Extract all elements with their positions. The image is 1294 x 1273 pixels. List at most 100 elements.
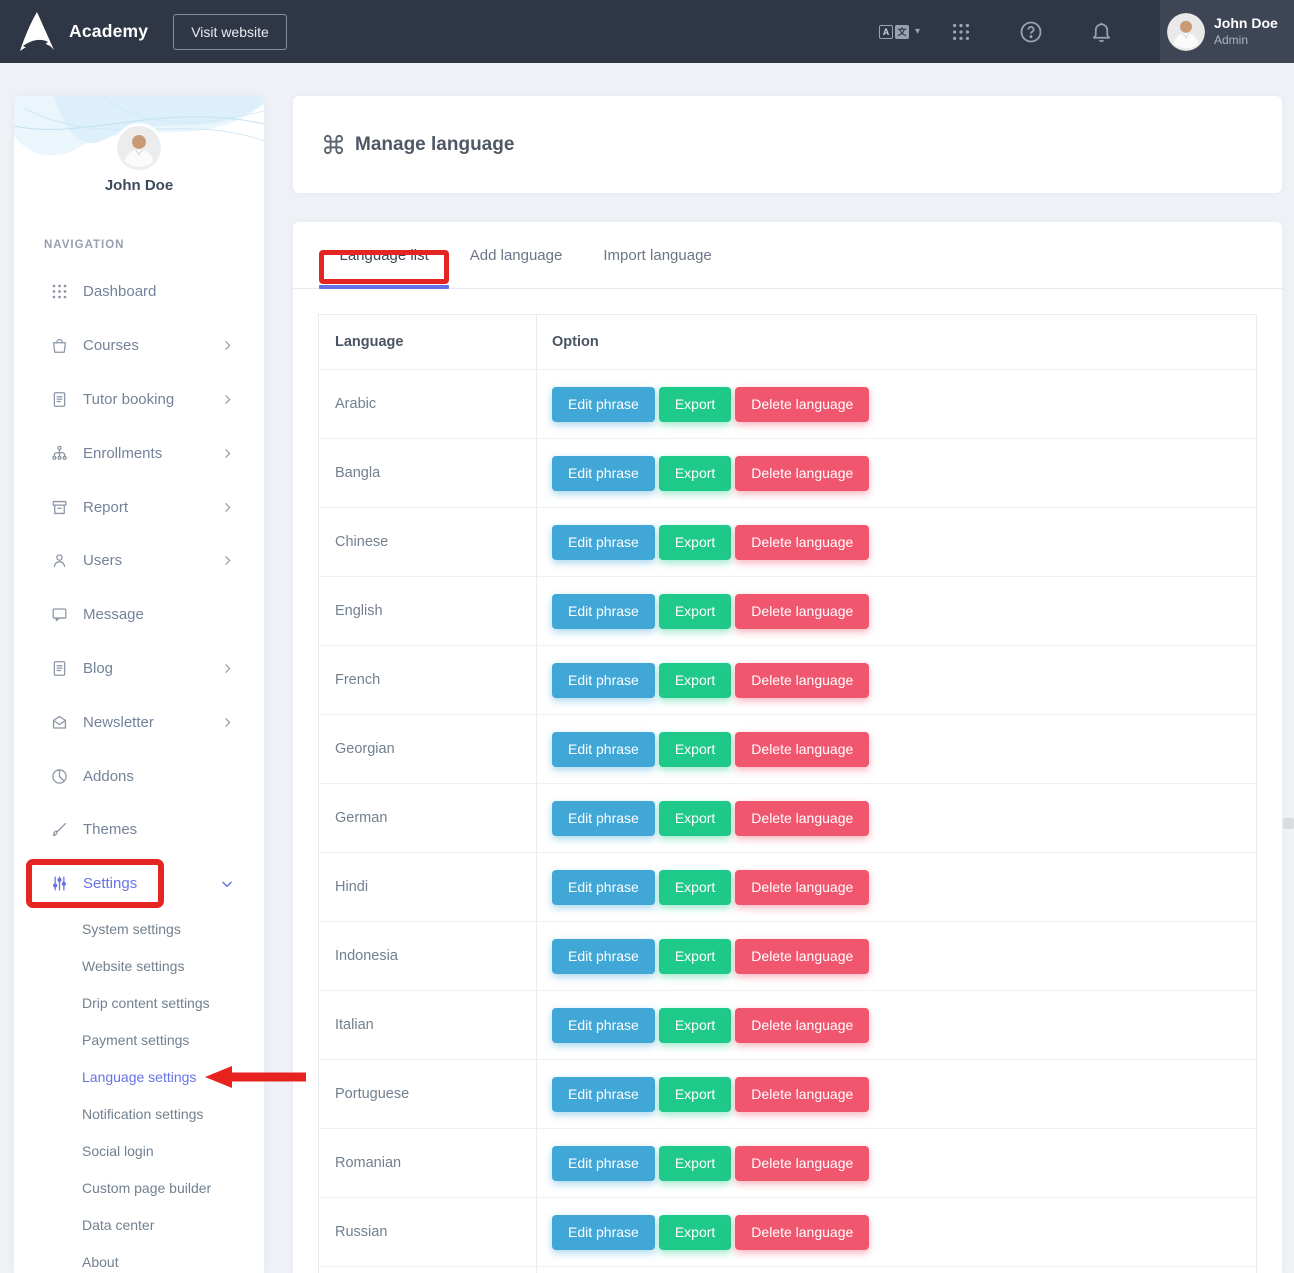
submenu-item-system-settings[interactable]: System settings xyxy=(14,910,264,947)
doc-icon xyxy=(50,658,70,678)
edit-phrase-button[interactable]: Edit phrase xyxy=(552,1146,655,1181)
export-button[interactable]: Export xyxy=(659,456,731,491)
brand-title: Academy xyxy=(69,21,148,42)
edit-phrase-button[interactable]: Edit phrase xyxy=(552,387,655,422)
edit-phrase-button[interactable]: Edit phrase xyxy=(552,525,655,560)
archive-icon xyxy=(50,497,70,517)
export-button[interactable]: Export xyxy=(659,387,731,422)
academy-logo-icon[interactable] xyxy=(13,10,59,54)
sidebar-item-settings[interactable]: Settings xyxy=(14,857,264,911)
language-cell: English xyxy=(319,577,537,645)
delete-language-button[interactable]: Delete language xyxy=(735,594,869,629)
delete-language-button[interactable]: Delete language xyxy=(735,801,869,836)
edit-phrase-button[interactable]: Edit phrase xyxy=(552,456,655,491)
language-cell: Russian xyxy=(319,1198,537,1266)
scrollbar-thumb[interactable] xyxy=(1283,818,1294,829)
sidebar-item-label: Users xyxy=(83,552,122,569)
sidebar: John Doe NAVIGATION DashboardCoursesTuto… xyxy=(14,96,264,1273)
grid-icon xyxy=(50,282,70,302)
sidebar-item-blog[interactable]: Blog xyxy=(14,642,264,696)
table-row-partial xyxy=(319,1266,1256,1273)
sidebar-item-addons[interactable]: Addons xyxy=(14,749,264,803)
sidebar-item-users[interactable]: Users xyxy=(14,534,264,588)
export-button[interactable]: Export xyxy=(659,525,731,560)
sidebar-item-dashboard[interactable]: Dashboard xyxy=(14,265,264,319)
table-row-chinese: ChineseEdit phraseExportDelete language xyxy=(319,507,1256,576)
tab-language-list[interactable]: Language list xyxy=(319,222,449,288)
submenu-item-social-login[interactable]: Social login xyxy=(14,1132,264,1169)
edit-phrase-button[interactable]: Edit phrase xyxy=(552,732,655,767)
delete-language-button[interactable]: Delete language xyxy=(735,525,869,560)
export-button[interactable]: Export xyxy=(659,732,731,767)
delete-language-button[interactable]: Delete language xyxy=(735,1008,869,1043)
option-cell: Edit phraseExportDelete language xyxy=(537,1060,1256,1128)
sidebar-item-tutor-booking[interactable]: Tutor booking xyxy=(14,373,264,427)
option-cell: Edit phraseExportDelete language xyxy=(537,1129,1256,1197)
top-header: Academy Visit website A 文 ▾ xyxy=(0,0,1294,63)
language-cell xyxy=(319,1267,537,1273)
edit-phrase-button[interactable]: Edit phrase xyxy=(552,594,655,629)
help-icon[interactable] xyxy=(1019,20,1043,44)
sidebar-item-newsletter[interactable]: Newsletter xyxy=(14,695,264,749)
delete-language-button[interactable]: Delete language xyxy=(735,663,869,698)
export-button[interactable]: Export xyxy=(659,1077,731,1112)
option-cell: Edit phraseExportDelete language xyxy=(537,922,1256,990)
delete-language-button[interactable]: Delete language xyxy=(735,870,869,905)
tab-label: Language list xyxy=(340,247,429,264)
language-cell: Hindi xyxy=(319,853,537,921)
sidebar-item-message[interactable]: Message xyxy=(14,588,264,642)
bell-icon[interactable] xyxy=(1090,20,1113,43)
header-actions: A 文 ▾ xyxy=(879,0,1294,63)
submenu-item-notification-settings[interactable]: Notification settings xyxy=(14,1095,264,1132)
sidebar-item-enrollments[interactable]: Enrollments xyxy=(14,426,264,480)
avatar[interactable] xyxy=(117,126,161,170)
delete-language-button[interactable]: Delete language xyxy=(735,732,869,767)
edit-phrase-button[interactable]: Edit phrase xyxy=(552,1077,655,1112)
submenu-item-custom-page-builder[interactable]: Custom page builder xyxy=(14,1169,264,1206)
sidebar-item-report[interactable]: Report xyxy=(14,480,264,534)
submenu-item-language-settings[interactable]: Language settings xyxy=(14,1058,264,1095)
export-button[interactable]: Export xyxy=(659,1008,731,1043)
table-row-russian: Russian Edit phraseExportDelete language xyxy=(319,1197,1256,1266)
submenu-item-drip-content-settings[interactable]: Drip content settings xyxy=(14,984,264,1021)
edit-phrase-button[interactable]: Edit phrase xyxy=(552,1215,655,1250)
apps-grid-icon[interactable] xyxy=(950,21,972,43)
export-button[interactable]: Export xyxy=(659,801,731,836)
language-table: Language Option ArabicEdit phraseExportD… xyxy=(318,314,1257,1273)
translate-icon[interactable]: A 文 ▾ xyxy=(879,25,920,39)
edit-phrase-button[interactable]: Edit phrase xyxy=(552,801,655,836)
chat-icon xyxy=(50,605,70,625)
language-cell: Arabic xyxy=(319,370,537,438)
delete-language-button[interactable]: Delete language xyxy=(735,456,869,491)
export-button[interactable]: Export xyxy=(659,939,731,974)
export-button[interactable]: Export xyxy=(659,870,731,905)
sidebar-item-themes[interactable]: Themes xyxy=(14,803,264,857)
submenu-item-website-settings[interactable]: Website settings xyxy=(14,947,264,984)
edit-phrase-button[interactable]: Edit phrase xyxy=(552,939,655,974)
table-row-romanian: RomanianEdit phraseExportDelete language xyxy=(319,1128,1256,1197)
tab-import-language[interactable]: Import language xyxy=(583,222,732,288)
delete-language-button[interactable]: Delete language xyxy=(735,1215,869,1250)
edit-phrase-button[interactable]: Edit phrase xyxy=(552,870,655,905)
submenu-item-payment-settings[interactable]: Payment settings xyxy=(14,1021,264,1058)
edit-phrase-button[interactable]: Edit phrase xyxy=(552,1008,655,1043)
visit-website-button[interactable]: Visit website xyxy=(173,14,287,50)
edit-phrase-button[interactable]: Edit phrase xyxy=(552,663,655,698)
delete-language-button[interactable]: Delete language xyxy=(735,939,869,974)
submenu-item-about[interactable]: About xyxy=(14,1243,264,1273)
submenu-item-data-center[interactable]: Data center xyxy=(14,1206,264,1243)
delete-language-button[interactable]: Delete language xyxy=(735,1077,869,1112)
export-button[interactable]: Export xyxy=(659,663,731,698)
submenu-item-label: Social login xyxy=(82,1143,154,1159)
language-cell: German xyxy=(319,784,537,852)
table-row-german: German Edit phraseExportDelete language xyxy=(319,783,1256,852)
user-menu[interactable]: John Doe Admin xyxy=(1160,0,1294,63)
tabs: Language list Add languageImport language xyxy=(293,222,1282,289)
export-button[interactable]: Export xyxy=(659,1146,731,1181)
sidebar-item-courses[interactable]: Courses xyxy=(14,319,264,373)
delete-language-button[interactable]: Delete language xyxy=(735,387,869,422)
tab-add-language[interactable]: Add language xyxy=(449,222,583,288)
delete-language-button[interactable]: Delete language xyxy=(735,1146,869,1181)
export-button[interactable]: Export xyxy=(659,594,731,629)
export-button[interactable]: Export xyxy=(659,1215,731,1250)
